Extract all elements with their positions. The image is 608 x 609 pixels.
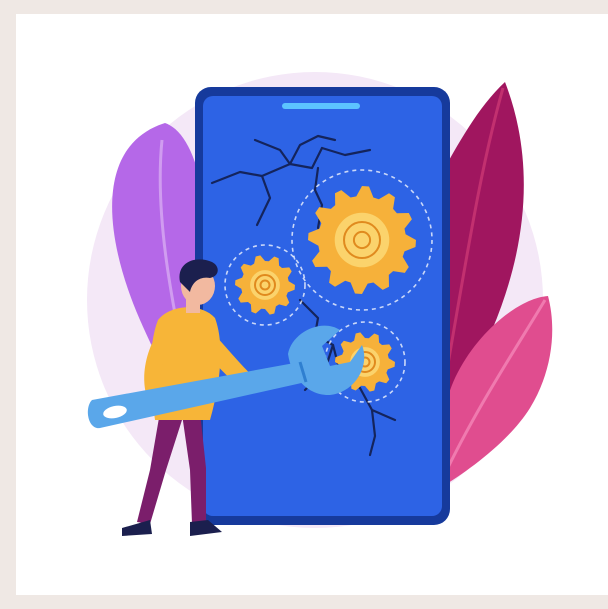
phone-speaker (282, 103, 360, 109)
page-background (0, 0, 608, 609)
phone-screen (203, 96, 442, 516)
phone-repair-illustration (87, 72, 553, 536)
person-shoe-left (122, 520, 152, 536)
gear-large-inner (334, 212, 390, 268)
